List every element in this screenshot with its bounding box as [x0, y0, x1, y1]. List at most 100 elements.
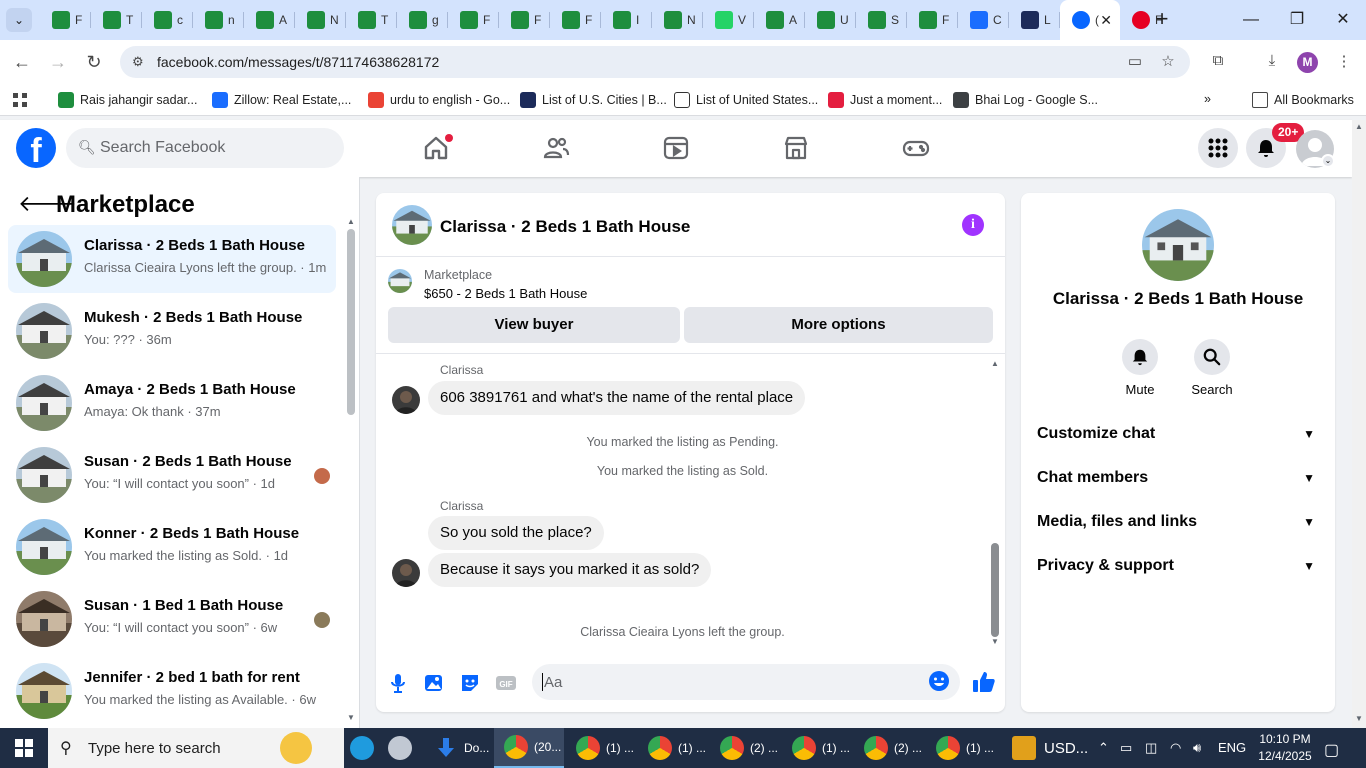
sticker-icon[interactable]	[459, 672, 481, 694]
browser-tab[interactable]: n	[193, 0, 244, 40]
bookmark-item[interactable]: urdu to english - Go...	[368, 92, 510, 108]
conversation-item[interactable]: Clarissa · 2 Beds 1 Bath House Clarissa …	[8, 225, 336, 293]
browser-tab[interactable]: c	[142, 0, 193, 40]
sidebar-scrollbar[interactable]	[347, 229, 355, 415]
conversation-item[interactable]: Susan · 1 Bed 1 Bath House You: “I will …	[8, 585, 336, 653]
extensions-icon[interactable]: ⧉	[1208, 52, 1228, 72]
conversation-item[interactable]: Mukesh · 2 Beds 1 Bath House You: ??? · …	[8, 297, 336, 365]
page-scrollbar[interactable]: ▲ ▼	[1352, 120, 1366, 728]
scroll-up-arrow[interactable]: ▲	[1355, 122, 1363, 131]
browser-tab[interactable]: N	[652, 0, 703, 40]
taskbar-app-button[interactable]: Do...	[424, 728, 494, 768]
photo-icon[interactable]	[423, 672, 445, 694]
scroll-down-arrow[interactable]: ▼	[1355, 714, 1363, 723]
info-section-0[interactable]: Customize chat ▼	[1037, 425, 1319, 453]
video-icon[interactable]	[662, 134, 690, 162]
browser-tab-active[interactable]: (✕	[1060, 0, 1120, 40]
message-input[interactable]: Aa	[532, 664, 960, 700]
message-bubble[interactable]: Because it says you marked it as sold?	[428, 553, 712, 587]
new-tab-button[interactable]: +	[1150, 8, 1174, 32]
taskbar-app[interactable]	[1010, 728, 1042, 768]
start-button[interactable]	[0, 728, 48, 768]
sender-avatar[interactable]	[392, 559, 420, 587]
facebook-logo[interactable]: f	[16, 128, 56, 168]
sender-avatar[interactable]	[392, 386, 420, 414]
close-window-button[interactable]: ✕	[1320, 0, 1366, 40]
browser-tab[interactable]: C	[958, 0, 1009, 40]
browser-tab[interactable]: F	[550, 0, 601, 40]
forward-icon[interactable]: →	[46, 50, 70, 74]
tab-search-menu-button[interactable]: ⌄	[6, 8, 32, 32]
chevron-up-icon[interactable]: ⌃	[1098, 740, 1109, 756]
taskbar-app-button[interactable]: (2) ...	[710, 728, 780, 768]
browser-tab[interactable]: g	[397, 0, 448, 40]
friends-icon[interactable]	[542, 134, 570, 162]
browser-tab[interactable]: S	[856, 0, 907, 40]
scroll-up-arrow[interactable]: ▲	[991, 359, 999, 368]
marketplace-icon[interactable]	[782, 134, 810, 162]
maximize-button[interactable]: ❐	[1274, 0, 1320, 40]
emoji-icon[interactable]	[928, 670, 950, 692]
reload-icon[interactable]: ↻	[82, 50, 106, 74]
site-info-icon[interactable]: ⚙	[132, 54, 148, 70]
minimize-button[interactable]: —	[1228, 0, 1274, 40]
taskbar-edge[interactable]	[344, 728, 380, 768]
conversation-item[interactable]: Susan · 2 Beds 1 Bath House You: “I will…	[8, 441, 336, 509]
gif-icon[interactable]: GIF	[495, 672, 517, 694]
clock[interactable]: 10:10 PM 12/4/2025	[1253, 731, 1317, 765]
info-section-2[interactable]: Media, files and links ▼	[1037, 513, 1319, 541]
currency-label[interactable]: USD...	[1044, 740, 1088, 757]
browser-tab[interactable]: L	[1009, 0, 1060, 40]
browser-tab[interactable]: A	[244, 0, 295, 40]
weather-moon-icon[interactable]	[280, 732, 312, 764]
address-url[interactable]: facebook.com/messages/t/871174638628172	[157, 54, 439, 70]
browser-tab[interactable]: F	[448, 0, 499, 40]
browser-tab[interactable]: F	[499, 0, 550, 40]
address-bar[interactable]: ⚙ facebook.com/messages/t/87117463862817…	[120, 46, 1190, 78]
facebook-search-input[interactable]: 🔍︎ Search Facebook	[66, 128, 344, 168]
taskbar-app-button[interactable]: (20...	[494, 728, 564, 768]
camera-icon[interactable]: ◫	[1145, 740, 1157, 756]
browser-tab[interactable]: I	[601, 0, 652, 40]
browser-tab[interactable]: F	[907, 0, 958, 40]
chat-scrollbar[interactable]	[991, 543, 999, 637]
browser-tab[interactable]: A	[754, 0, 805, 40]
browser-tab[interactable]: U	[805, 0, 856, 40]
notification-center-icon[interactable]: ▢	[1324, 740, 1339, 760]
wifi-icon[interactable]: ◠	[1170, 740, 1181, 756]
chat-title[interactable]: Clarissa · 2 Beds 1 Bath House	[440, 217, 690, 237]
view-buyer-button[interactable]: View buyer	[388, 307, 680, 343]
message-bubble[interactable]: 606 3891761 and what's the name of the r…	[428, 381, 806, 415]
bookmark-item[interactable]: List of U.S. Cities | B...	[520, 92, 667, 108]
language-indicator[interactable]: ENG	[1218, 740, 1246, 755]
download-icon[interactable]: ⤓	[1262, 52, 1282, 72]
scroll-down-arrow[interactable]: ▼	[991, 637, 999, 646]
all-bookmarks-folder[interactable]: All Bookmarks	[1252, 92, 1354, 108]
profile-avatar[interactable]: M	[1297, 52, 1318, 73]
conversation-item[interactable]: Amaya · 2 Beds 1 Bath House Amaya: Ok th…	[8, 369, 336, 437]
browser-tab[interactable]: F	[40, 0, 91, 40]
bookmark-item[interactable]: List of United States...	[674, 92, 818, 108]
conversation-item[interactable]: Konner · 2 Beds 1 Bath House You marked …	[8, 513, 336, 581]
more-bookmarks-icon[interactable]: »	[1204, 92, 1211, 106]
taskbar-app-button[interactable]: (1) ...	[638, 728, 708, 768]
apps-grid-icon[interactable]	[12, 92, 28, 108]
taskbar-app-button[interactable]: (1) ...	[566, 728, 636, 768]
install-app-icon[interactable]: ▭	[1125, 52, 1145, 72]
like-thumbs-up-icon[interactable]	[972, 670, 996, 694]
taskbar-app-button[interactable]: (2) ...	[854, 728, 924, 768]
more-options-button[interactable]: More options	[684, 307, 993, 343]
scroll-down-arrow[interactable]: ▼	[347, 713, 355, 722]
taskbar-app-button[interactable]: (1) ...	[782, 728, 852, 768]
bookmark-item[interactable]: Rais jahangir sadar...	[58, 92, 197, 108]
bookmark-item[interactable]: Bhai Log - Google S...	[953, 92, 1098, 108]
menu-grid-button[interactable]	[1198, 128, 1238, 168]
listing-thumbnail[interactable]	[388, 269, 412, 293]
conversation-item[interactable]: Jennifer · 2 bed 1 bath for rent You mar…	[8, 657, 336, 725]
info-section-1[interactable]: Chat members ▼	[1037, 469, 1319, 497]
browser-tab[interactable]: V	[703, 0, 754, 40]
volume-icon[interactable]: 🔊︎	[1193, 740, 1201, 756]
scroll-up-arrow[interactable]: ▲	[347, 217, 355, 226]
browser-menu-icon[interactable]: ⋮	[1334, 52, 1354, 72]
account-caret-icon[interactable]: ⌄	[1321, 154, 1335, 168]
